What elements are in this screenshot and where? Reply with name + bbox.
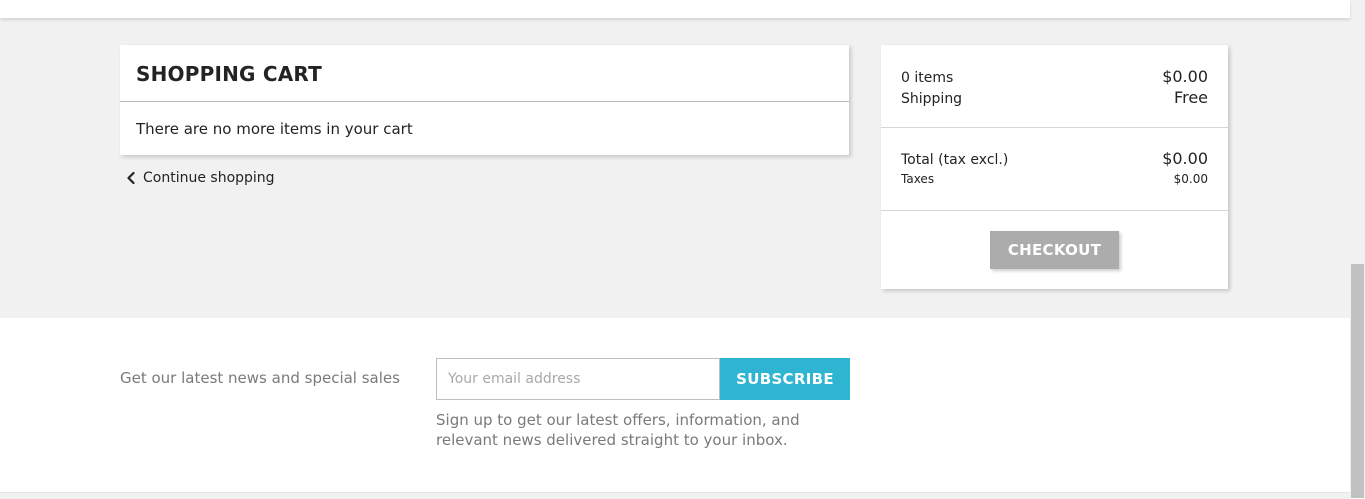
taxes-value: $0.00 bbox=[1173, 172, 1208, 186]
chevron-left-icon bbox=[127, 171, 135, 185]
divider bbox=[881, 210, 1228, 211]
divider bbox=[120, 101, 849, 102]
continue-shopping-link[interactable]: Continue shopping bbox=[125, 170, 275, 186]
items-row: 0 items $0.00 bbox=[901, 67, 1208, 86]
items-count-label: 0 items bbox=[901, 70, 954, 86]
checkout-button[interactable]: CHECKOUT bbox=[990, 231, 1119, 269]
header-strip bbox=[0, 0, 1350, 18]
newsletter-label: Get our latest news and special sales bbox=[120, 369, 400, 387]
cart-summary-panel: 0 items $0.00 Shipping Free Total (tax e… bbox=[881, 45, 1228, 289]
scrollbar-thumb[interactable] bbox=[1351, 264, 1364, 498]
total-row: Total (tax excl.) $0.00 bbox=[901, 149, 1208, 168]
shipping-value: Free bbox=[1174, 88, 1208, 107]
taxes-row: Taxes $0.00 bbox=[901, 172, 1208, 186]
taxes-label: Taxes bbox=[901, 172, 935, 186]
shipping-label: Shipping bbox=[901, 91, 963, 107]
email-input[interactable] bbox=[436, 358, 720, 400]
shopping-cart-panel: SHOPPING CART There are no more items in… bbox=[120, 45, 849, 155]
page-title: SHOPPING CART bbox=[136, 62, 322, 86]
continue-shopping-label: Continue shopping bbox=[143, 170, 275, 186]
total-label: Total (tax excl.) bbox=[901, 152, 1009, 168]
newsletter-note: Sign up to get our latest offers, inform… bbox=[436, 411, 800, 449]
shipping-row: Shipping Free bbox=[901, 88, 1208, 107]
items-subtotal-value: $0.00 bbox=[1162, 67, 1208, 86]
subscribe-button[interactable]: SUBSCRIBE bbox=[720, 358, 850, 400]
divider bbox=[881, 127, 1228, 128]
empty-cart-message: There are no more items in your cart bbox=[136, 120, 413, 138]
total-value: $0.00 bbox=[1162, 149, 1208, 168]
